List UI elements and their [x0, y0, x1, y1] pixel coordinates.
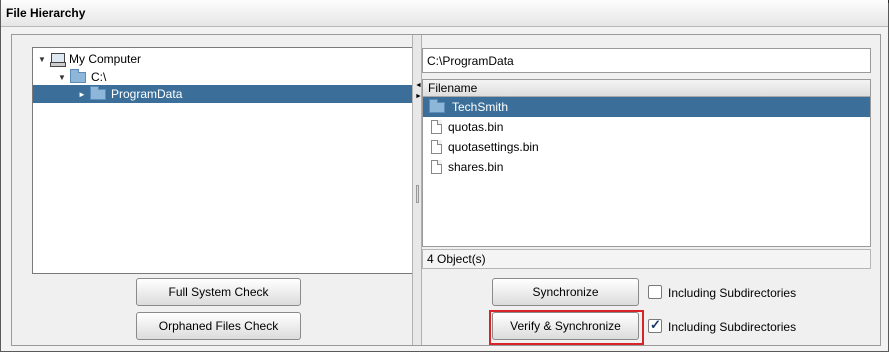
list-item[interactable]: TechSmith	[423, 97, 870, 117]
folder-icon	[70, 68, 86, 83]
list-item[interactable]: quotasettings.bin	[423, 137, 870, 157]
highlight-box	[489, 310, 644, 345]
folder-tree[interactable]: ▼ My Computer ▼ C:\ ► ProgramData	[32, 47, 413, 274]
tree-item-label: My Computer	[69, 52, 142, 66]
window-title: File Hierarchy	[6, 6, 86, 20]
file-list[interactable]: Filename TechSmith quotas.bin quotasetti…	[422, 79, 871, 247]
tree-item-c-drive[interactable]: ▼ C:\	[57, 68, 106, 86]
computer-icon	[50, 53, 66, 67]
folder-icon	[90, 85, 106, 100]
verify-include-subdirs-label: Including Subdirectories	[668, 320, 797, 334]
full-system-check-button[interactable]: Full System Check	[136, 278, 301, 306]
sync-include-subdirs-label: Including Subdirectories	[668, 286, 797, 300]
file-icon	[431, 160, 442, 174]
title-bar: File Hierarchy	[1, 0, 888, 27]
expand-down-icon[interactable]: ▼	[57, 73, 67, 82]
collapse-left-icon[interactable]: ◄	[415, 82, 422, 89]
file-name: quotas.bin	[448, 120, 504, 134]
folder-icon	[429, 98, 445, 113]
content-panel: ▼ My Computer ▼ C:\ ► ProgramData Full S…	[11, 34, 881, 346]
path-field[interactable]: C:\ProgramData	[422, 48, 871, 73]
synchronize-button[interactable]: Synchronize	[492, 278, 639, 306]
tree-item-programdata[interactable]: ► ProgramData	[33, 85, 412, 103]
expand-down-icon[interactable]: ▼	[37, 55, 47, 64]
file-name: quotasettings.bin	[448, 140, 539, 154]
tree-item-label: C:\	[91, 70, 107, 84]
divider-grip-icon[interactable]	[416, 185, 419, 203]
tree-item-my-computer[interactable]: ▼ My Computer	[37, 50, 141, 68]
list-item[interactable]: quotas.bin	[423, 117, 870, 137]
file-hierarchy-window: File Hierarchy ▼ My Computer ▼ C:\ ► Pro…	[0, 0, 889, 352]
split-pane-divider[interactable]: ◄ ►	[412, 35, 422, 345]
tree-item-label: ProgramData	[111, 87, 183, 101]
verify-include-subdirs-checkbox[interactable]	[648, 317, 662, 333]
file-name: shares.bin	[448, 160, 504, 174]
expand-right-icon[interactable]: ►	[77, 90, 87, 99]
collapse-right-icon[interactable]: ►	[415, 93, 422, 100]
column-header-filename[interactable]: Filename	[423, 80, 870, 97]
object-count-status: 4 Object(s)	[422, 249, 871, 269]
file-icon	[431, 120, 442, 134]
file-icon	[431, 140, 442, 154]
sync-include-subdirs-checkbox[interactable]	[648, 285, 662, 299]
file-name: TechSmith	[452, 100, 509, 114]
orphaned-files-check-button[interactable]: Orphaned Files Check	[136, 312, 301, 340]
list-item[interactable]: shares.bin	[423, 157, 870, 177]
